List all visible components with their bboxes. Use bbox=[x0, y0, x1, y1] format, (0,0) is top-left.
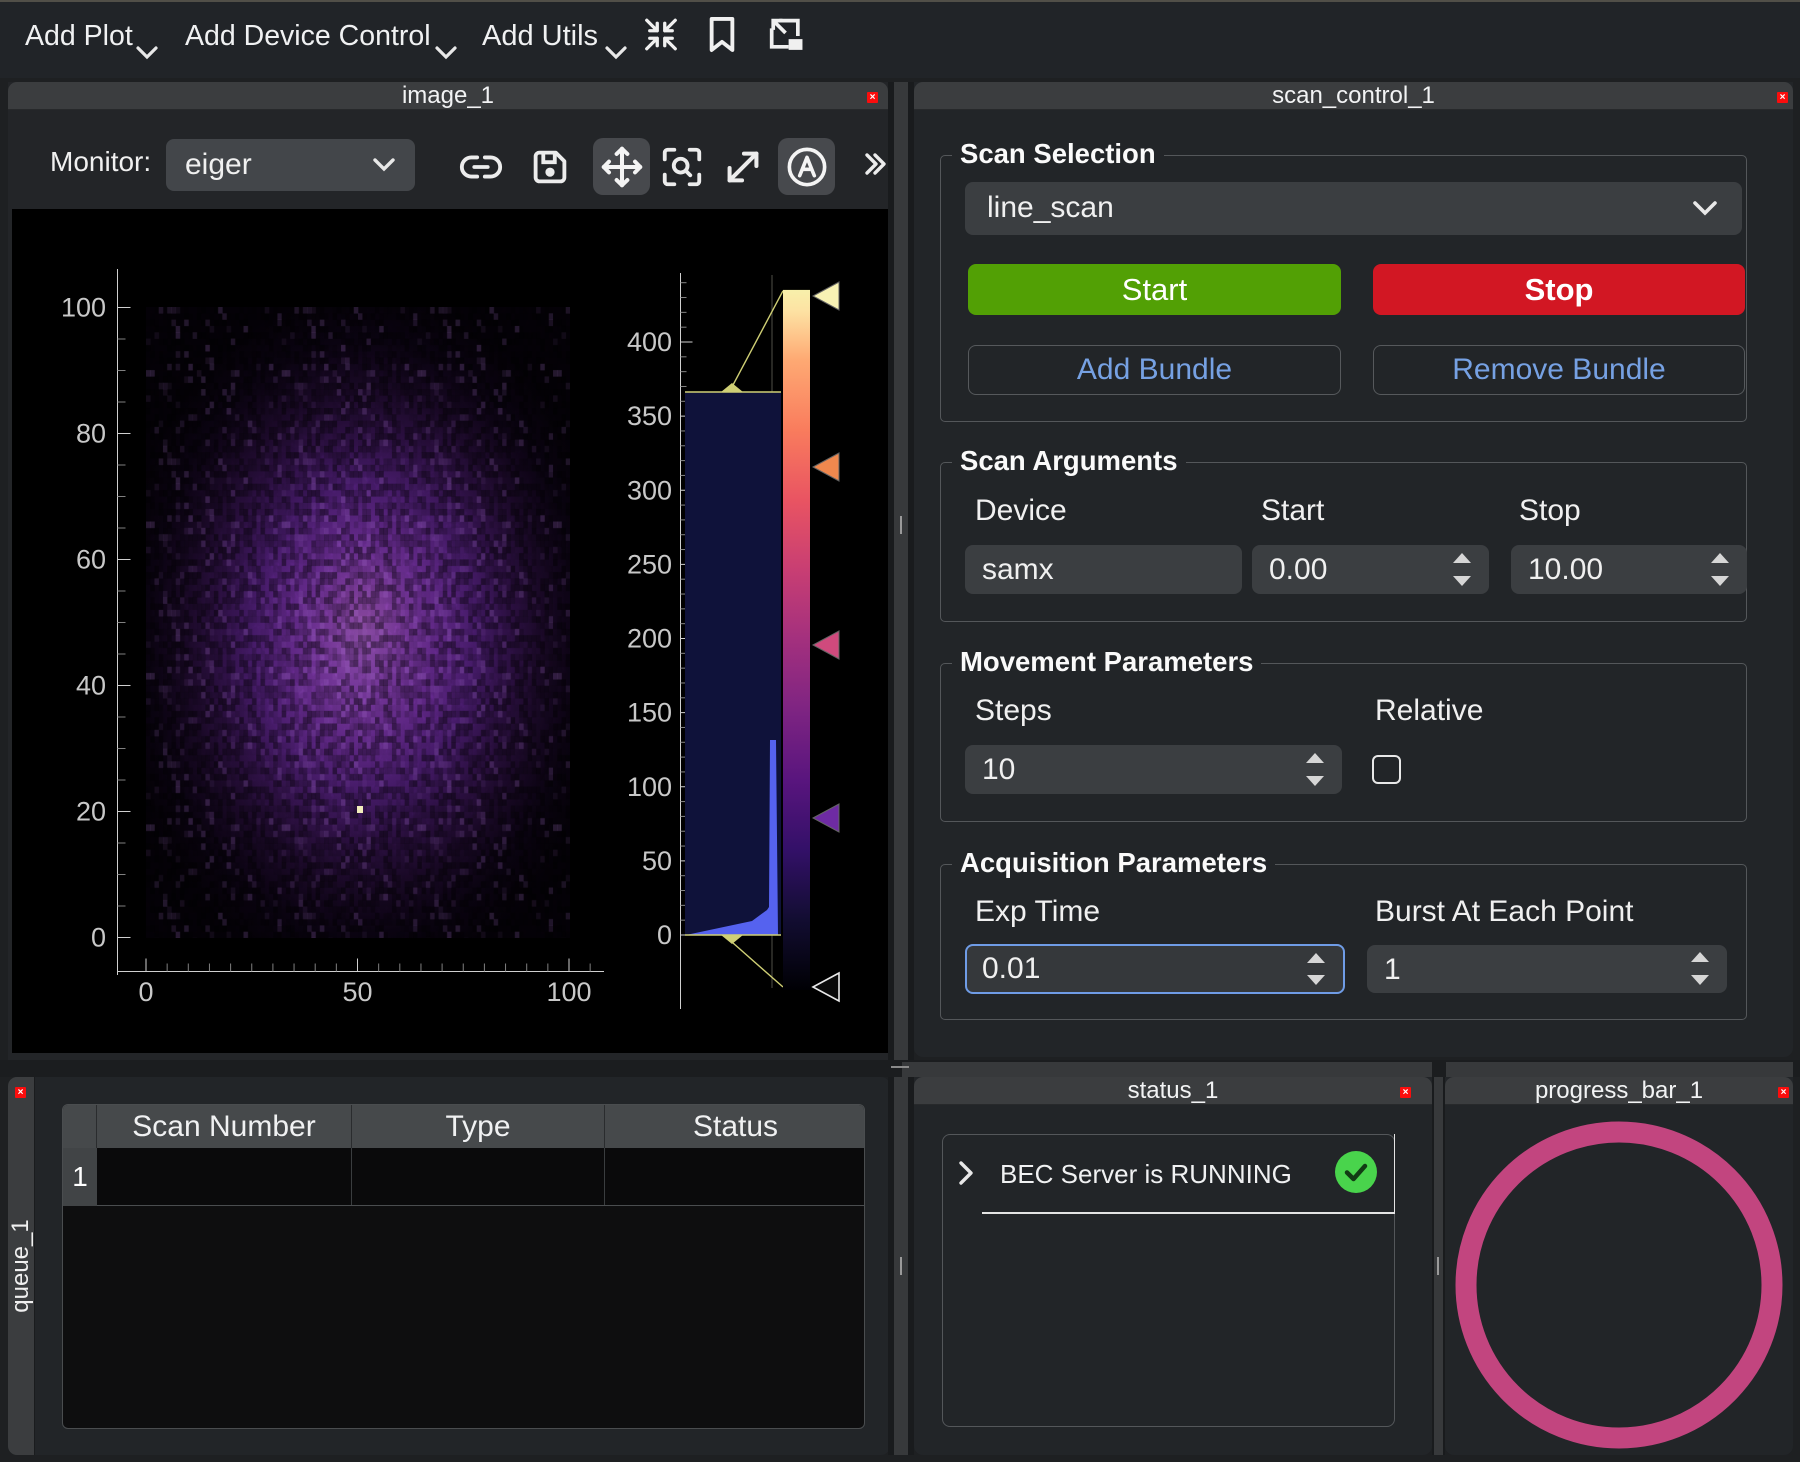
svg-text:50: 50 bbox=[642, 846, 672, 876]
svg-text:60: 60 bbox=[76, 545, 106, 575]
svg-text:100: 100 bbox=[61, 293, 106, 323]
svg-text:100: 100 bbox=[627, 772, 672, 802]
svg-text:150: 150 bbox=[627, 698, 672, 728]
svg-text:40: 40 bbox=[76, 671, 106, 701]
svg-text:50: 50 bbox=[342, 977, 372, 1007]
svg-text:80: 80 bbox=[76, 419, 106, 449]
svg-text:300: 300 bbox=[627, 475, 672, 505]
svg-text:0: 0 bbox=[91, 923, 106, 953]
svg-text:0: 0 bbox=[657, 920, 672, 950]
svg-text:100: 100 bbox=[546, 977, 591, 1007]
svg-text:350: 350 bbox=[627, 401, 672, 431]
svg-text:400: 400 bbox=[627, 327, 672, 357]
svg-text:250: 250 bbox=[627, 549, 672, 579]
svg-text:200: 200 bbox=[627, 624, 672, 654]
svg-text:20: 20 bbox=[76, 797, 106, 827]
svg-text:0: 0 bbox=[138, 977, 153, 1007]
